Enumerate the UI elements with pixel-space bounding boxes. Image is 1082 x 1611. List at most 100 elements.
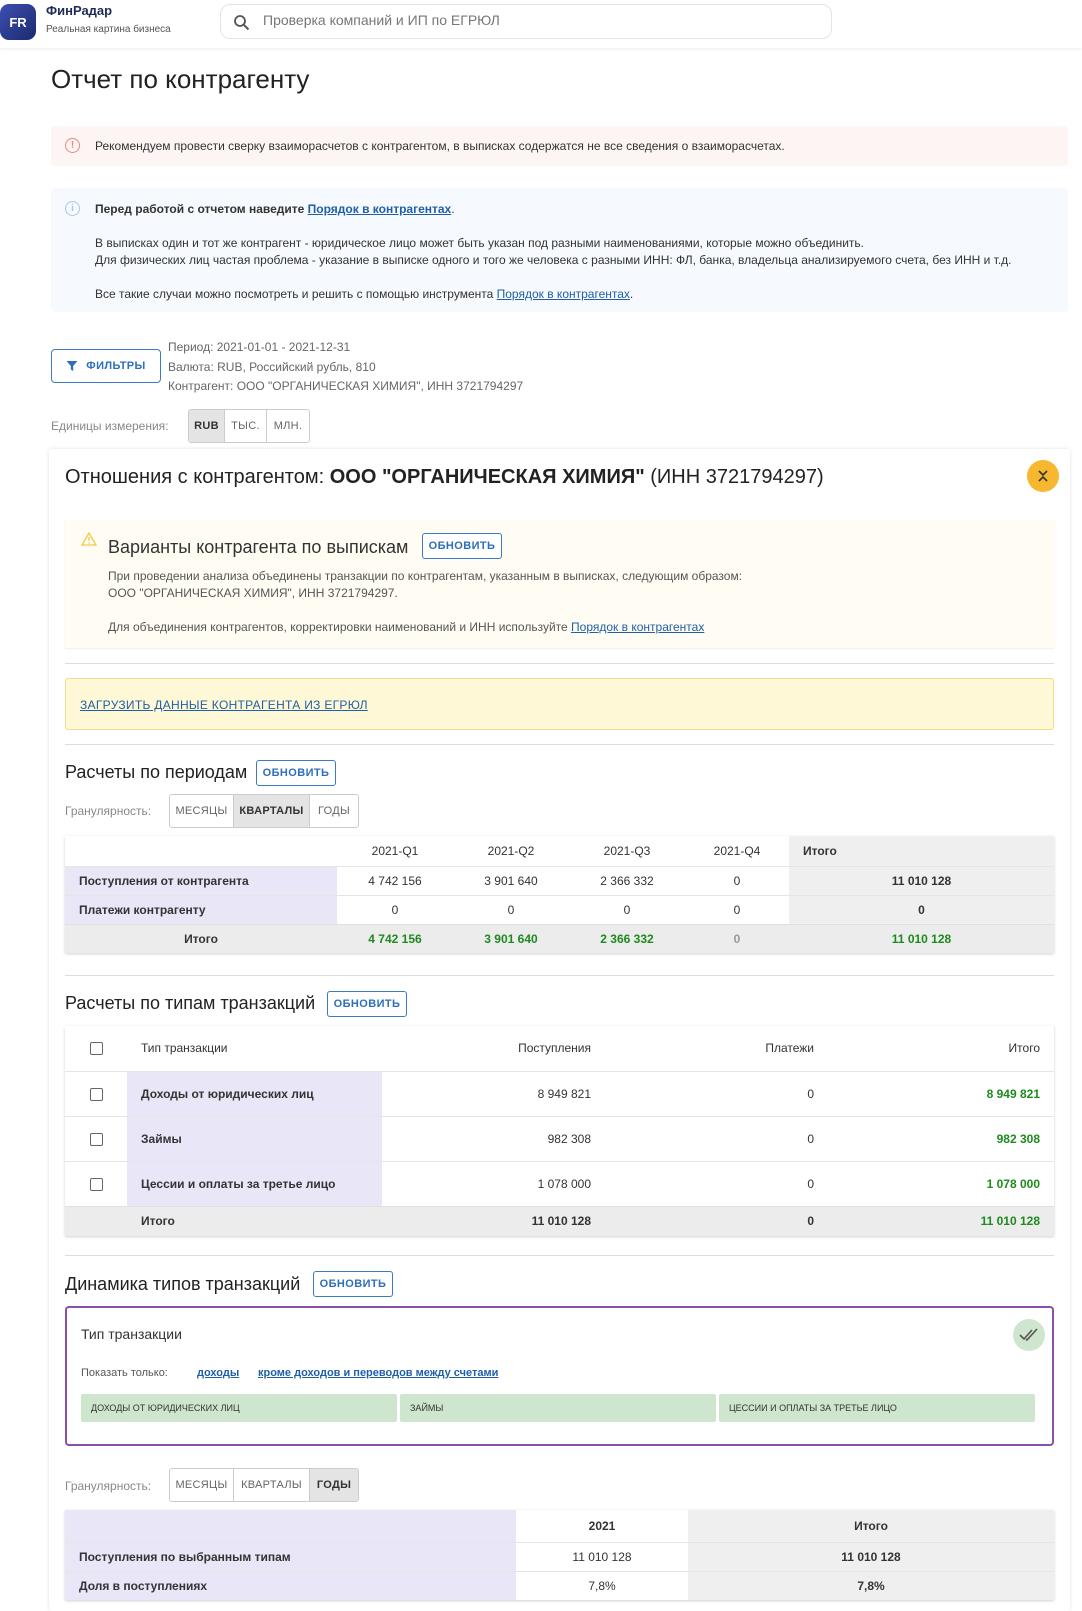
filter-icon bbox=[66, 361, 78, 371]
select-all-checkbox[interactable] bbox=[89, 1042, 103, 1056]
search-icon bbox=[234, 15, 250, 31]
filter-income-link[interactable]: доходы bbox=[197, 1367, 239, 1379]
table-cell bbox=[65, 1071, 127, 1116]
variants-title: Варианты контрагента по выпискам bbox=[108, 537, 409, 557]
unit-millions[interactable]: МЛН. bbox=[267, 410, 309, 442]
transaction-type-picker: Тип транзакции Показать только: доходы к… bbox=[65, 1306, 1054, 1446]
info-paragraph-3-end: . bbox=[629, 287, 634, 301]
units-label: Единицы измерения: bbox=[51, 419, 169, 433]
filter-except-income-link[interactable]: кроме доходов и переводов между счетами bbox=[258, 1367, 498, 1379]
counterparty-order-link-2[interactable]: Порядок в контрагентах bbox=[497, 287, 630, 301]
info-paragraph-1: В выписках один и тот же контрагент - юр… bbox=[95, 236, 864, 250]
picker-title: Тип транзакции bbox=[81, 1326, 182, 1342]
table-cell bbox=[65, 1206, 127, 1236]
row-label: Итого bbox=[141, 1214, 175, 1229]
table-cell: 11 010 128 bbox=[572, 1549, 632, 1564]
periods-granularity-label: Гранулярность: bbox=[65, 804, 152, 818]
table-cell: 3 901 640 bbox=[484, 931, 538, 946]
table-row: Поступления по выбранным типам 11 010 12… bbox=[65, 1542, 1054, 1571]
header-cell: 2021-Q1 bbox=[371, 843, 419, 858]
table-cell: 0 bbox=[807, 1131, 814, 1146]
row-checkbox[interactable] bbox=[89, 1177, 103, 1191]
table-cell: 0 bbox=[807, 1176, 814, 1191]
header-cell: 2021-Q3 bbox=[603, 843, 651, 858]
divider bbox=[65, 744, 1054, 745]
table-cell: 0 bbox=[733, 873, 741, 888]
granularity-months[interactable]: МЕСЯЦЫ bbox=[170, 1469, 234, 1501]
warning-triangle-icon bbox=[81, 532, 97, 546]
variants-line-1: При проведении анализа объединены транза… bbox=[108, 569, 743, 583]
granularity-months[interactable]: МЕСЯЦЫ bbox=[170, 795, 234, 827]
info-paragraph-2: Для физических лиц частая проблема - ука… bbox=[95, 253, 1012, 267]
granularity-quarters[interactable]: КВАРТАЛЫ bbox=[234, 1469, 310, 1501]
unit-rub[interactable]: RUB bbox=[189, 410, 225, 442]
table-cell: 7,8% bbox=[688, 1571, 1054, 1600]
select-all-types-button[interactable] bbox=[1013, 1319, 1045, 1351]
counterparty-order-link[interactable]: Порядок в контрагентах bbox=[308, 202, 452, 216]
row-checkbox[interactable] bbox=[89, 1132, 103, 1146]
table-cell: 0 bbox=[623, 902, 631, 917]
table-cell: 982 308 bbox=[547, 1131, 591, 1146]
table-row: Доля в поступлениях 7,8% 7,8% bbox=[65, 1571, 1054, 1600]
brand-name: ФинРадар bbox=[46, 3, 113, 18]
table-cell: 2 366 332 bbox=[600, 931, 654, 946]
periods-refresh-button[interactable]: ОБНОВИТЬ bbox=[256, 760, 336, 786]
row-label: Платежи контрагенту bbox=[65, 895, 337, 924]
info-icon: i bbox=[65, 201, 80, 216]
table-cell: 2 366 332 bbox=[600, 873, 654, 888]
table-total-row: Итого 4 742 156 3 901 640 2 366 332 0 11… bbox=[65, 924, 1054, 953]
table-cell: 4 742 156 bbox=[368, 931, 422, 946]
table-cell bbox=[65, 1116, 127, 1161]
filter-period: Период: 2021-01-01 - 2021-12-31 bbox=[168, 340, 351, 354]
table-header-row: Тип транзакции Поступления Платежи Итого bbox=[65, 1026, 1054, 1071]
row-checkbox[interactable] bbox=[89, 1087, 103, 1101]
table-cell: 0 bbox=[807, 1214, 814, 1229]
type-chip[interactable]: ЦЕССИИ И ОПЛАТЫ ЗА ТРЕТЬЕ ЛИЦО bbox=[719, 1394, 1035, 1422]
table-cell: 8 949 821 bbox=[537, 1086, 591, 1101]
brand-tagline: Реальная картина бизнеса bbox=[46, 24, 171, 35]
search-input[interactable] bbox=[263, 12, 803, 28]
units-toggle: RUB ТЫС. МЛН. bbox=[188, 409, 310, 443]
relations-title: Отношения с контрагентом: ООО "ОРГАНИЧЕС… bbox=[65, 466, 824, 489]
granularity-years[interactable]: ГОДЫ bbox=[310, 1469, 358, 1501]
table-row: Доходы от юридических лиц 8 949 821 0 8 … bbox=[65, 1071, 1054, 1116]
types-refresh-button[interactable]: ОБНОВИТЬ bbox=[327, 991, 407, 1017]
periods-title: Расчеты по периодам bbox=[65, 762, 248, 782]
relations-prefix: Отношения с контрагентом: bbox=[65, 466, 330, 488]
table-header-row: 2021 Итого bbox=[65, 1510, 1054, 1542]
type-chip[interactable]: ЗАЙМЫ bbox=[400, 1394, 716, 1422]
table-row: Платежи контрагенту 0 0 0 0 0 bbox=[65, 895, 1054, 924]
granularity-quarters[interactable]: КВАРТАЛЫ bbox=[234, 795, 310, 827]
table-cell: 11 010 128 bbox=[688, 1542, 1054, 1571]
dynamics-table: 2021 Итого Поступления по выбранным типа… bbox=[65, 1510, 1054, 1600]
granularity-years[interactable]: ГОДЫ bbox=[310, 795, 358, 827]
row-label: Займы bbox=[127, 1116, 382, 1161]
variants-counterparty-order-link[interactable]: Порядок в контрагентах bbox=[571, 620, 704, 634]
table-cell: 11 010 128 bbox=[980, 1214, 1040, 1229]
header-cell: Итого bbox=[789, 836, 1054, 866]
relations-inn: (ИНН 3721794297) bbox=[644, 466, 824, 488]
variants-refresh-button[interactable]: ОБНОВИТЬ bbox=[422, 533, 502, 559]
table-row: Поступления от контрагента 4 742 156 3 9… bbox=[65, 866, 1054, 895]
table-cell: 0 bbox=[391, 902, 399, 917]
header-cell: Тип транзакции bbox=[141, 1041, 228, 1056]
types-title: Расчеты по типам транзакций bbox=[65, 993, 316, 1013]
collapse-button[interactable] bbox=[1027, 460, 1059, 492]
table-row: Займы 982 308 0 982 308 bbox=[65, 1116, 1054, 1161]
header-cell bbox=[65, 836, 337, 866]
dynamics-refresh-button[interactable]: ОБНОВИТЬ bbox=[313, 1271, 393, 1297]
load-egrul-link[interactable]: ЗАГРУЗИТЬ ДАННЫЕ КОНТРАГЕНТА ИЗ ЕГРЮЛ bbox=[80, 698, 368, 712]
unit-thousands[interactable]: ТЫС. bbox=[225, 410, 267, 442]
table-cell: 0 bbox=[507, 902, 515, 917]
reconciliation-alert: ! Рекомендуем провести сверку взаиморасч… bbox=[51, 126, 1068, 166]
header-cell: 2021-Q2 bbox=[487, 843, 535, 858]
egrul-box: ЗАГРУЗИТЬ ДАННЫЕ КОНТРАГЕНТА ИЗ ЕГРЮЛ bbox=[65, 678, 1054, 730]
table-cell bbox=[65, 1161, 127, 1206]
filters-button[interactable]: ФИЛЬТРЫ bbox=[51, 349, 161, 383]
row-label: Доля в поступлениях bbox=[65, 1571, 516, 1600]
app-logo[interactable]: FR bbox=[0, 4, 36, 40]
type-chip[interactable]: ДОХОДЫ ОТ ЮРИДИЧЕСКИХ ЛИЦ bbox=[81, 1394, 397, 1422]
periods-table: 2021-Q1 2021-Q2 2021-Q3 2021-Q4 Итого По… bbox=[65, 836, 1054, 953]
top-header: FR ФинРадар Реальная картина бизнеса bbox=[0, 0, 1082, 48]
filter-currency: Валюта: RUB, Российский рубль, 810 bbox=[168, 360, 376, 374]
